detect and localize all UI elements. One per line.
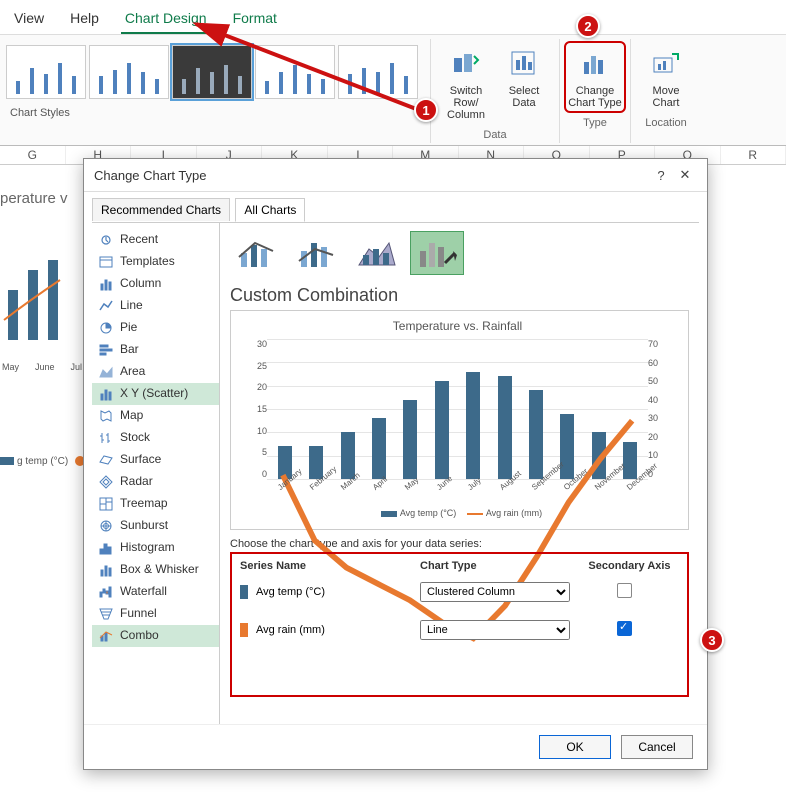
column-header[interactable]: R (721, 146, 786, 164)
annotation-arrow (180, 16, 440, 120)
sidebar-item-funnel[interactable]: Funnel (92, 603, 219, 625)
cancel-button[interactable]: Cancel (621, 735, 693, 759)
menu-view[interactable]: View (10, 6, 48, 34)
combo-heading: Custom Combination (230, 285, 689, 306)
bg-chart-title: perature v (0, 190, 68, 207)
sidebar-item-templates[interactable]: Templates (92, 251, 219, 273)
y-axis-left: 302520151050 (243, 339, 267, 479)
select-data-icon (510, 50, 538, 78)
combo-subtype-custom[interactable] (410, 231, 464, 275)
select-data-button[interactable]: SelectData (495, 43, 553, 123)
sidebar-item-x-y-scatter-[interactable]: X Y (Scatter) (92, 383, 219, 405)
sidebar-item-radar[interactable]: Radar (92, 471, 219, 493)
switch-row-column-button[interactable]: Switch Row/Column (437, 43, 495, 123)
ribbon-group-data: Switch Row/Column SelectData Data (430, 39, 559, 143)
y-axis-right: 706050403020100 (648, 339, 672, 479)
sidebar-item-histogram[interactable]: Histogram (92, 537, 219, 559)
series-row: Avg temp (°C)Clustered Column (240, 582, 679, 602)
sidebar-item-combo[interactable]: Combo (92, 625, 219, 647)
sidebar-item-column[interactable]: Column (92, 273, 219, 295)
ribbon-group-location: MoveChart Location (630, 39, 701, 143)
help-button[interactable]: ? (649, 168, 673, 183)
chart-type-sidebar: RecentTemplatesColumnLinePieBarAreaX Y (… (92, 223, 220, 724)
change-chart-type-button[interactable]: ChangeChart Type (566, 43, 624, 111)
sidebar-item-surface[interactable]: Surface (92, 449, 219, 471)
ok-button[interactable]: OK (539, 735, 611, 759)
secondary-axis-checkbox[interactable] (617, 583, 632, 598)
tab-recommended-charts[interactable]: Recommended Charts (92, 198, 230, 221)
combo-subtype-2[interactable] (290, 231, 344, 275)
bg-mini-chart (0, 230, 80, 350)
sidebar-item-area[interactable]: Area (92, 361, 219, 383)
ribbon-group-type: ChangeChart Type Type (559, 39, 630, 143)
chart-preview-title: Temperature vs. Rainfall (247, 319, 668, 333)
combo-subtype-row (230, 231, 689, 275)
move-chart-button[interactable]: MoveChart (637, 43, 695, 111)
series-config-box: Series Name Chart Type Secondary Axis Av… (230, 552, 689, 697)
callout-1: 1 (414, 98, 438, 122)
series-name: Avg rain (mm) (256, 624, 420, 636)
series-name: Avg temp (°C) (256, 586, 420, 598)
column-header[interactable]: G (0, 146, 66, 164)
secondary-axis-checkbox[interactable] (617, 621, 632, 636)
sidebar-item-line[interactable]: Line (92, 295, 219, 317)
dialog-titlebar: Change Chart Type ? ✕ (84, 159, 707, 192)
sidebar-item-treemap[interactable]: Treemap (92, 493, 219, 515)
combo-subtype-1[interactable] (230, 231, 284, 275)
series-chart-type-select[interactable]: Clustered Column (420, 582, 570, 602)
tab-all-charts[interactable]: All Charts (235, 198, 305, 222)
change-chart-type-dialog: Change Chart Type ? ✕ Recommended Charts… (83, 158, 708, 770)
sidebar-item-recent[interactable]: Recent (92, 229, 219, 251)
series-color-swatch (240, 623, 248, 637)
callout-3: 3 (700, 628, 724, 652)
callout-2: 2 (576, 14, 600, 38)
series-row: Avg rain (mm)Line (240, 620, 679, 640)
sidebar-item-sunburst[interactable]: Sunburst (92, 515, 219, 537)
combo-subtype-3[interactable] (350, 231, 404, 275)
chart-style-thumb[interactable] (6, 45, 86, 99)
move-chart-icon (652, 50, 680, 78)
sidebar-item-stock[interactable]: Stock (92, 427, 219, 449)
dialog-title: Change Chart Type (94, 168, 649, 183)
change-chart-type-icon (581, 50, 609, 78)
chart-style-thumb[interactable] (89, 45, 169, 99)
sidebar-item-pie[interactable]: Pie (92, 317, 219, 339)
sidebar-item-waterfall[interactable]: Waterfall (92, 581, 219, 603)
series-color-swatch (240, 585, 248, 599)
close-button[interactable]: ✕ (673, 167, 697, 183)
sidebar-item-bar[interactable]: Bar (92, 339, 219, 361)
series-chart-type-select[interactable]: Line (420, 620, 570, 640)
sidebar-item-box-whisker[interactable]: Box & Whisker (92, 559, 219, 581)
switch-icon (452, 50, 480, 78)
menu-help[interactable]: Help (66, 6, 103, 34)
chart-preview: Temperature vs. Rainfall 302520151050 70… (230, 310, 689, 530)
sidebar-item-map[interactable]: Map (92, 405, 219, 427)
